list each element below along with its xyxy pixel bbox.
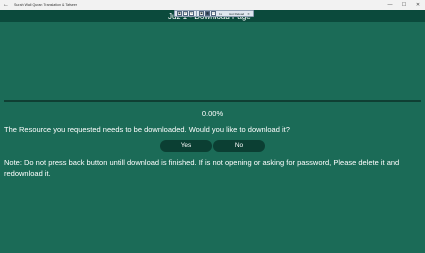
minimize-icon[interactable]: —	[383, 0, 397, 10]
layout-icon[interactable]: ▣	[199, 11, 204, 16]
no-button[interactable]: No	[213, 140, 265, 152]
window-controls: — ☐ ✕	[383, 0, 425, 10]
frame-icon[interactable]: □	[211, 11, 216, 16]
download-note: Note: Do not press back button untill do…	[4, 158, 400, 178]
select-element-icon[interactable]: ▣	[177, 11, 182, 16]
toolbar-divider	[196, 11, 197, 16]
download-percent: 0.00%	[201, 109, 224, 118]
toolbar-close-icon[interactable]: ✕	[247, 12, 250, 16]
window-title: Surah Wali Quran Translation & Tafseer	[14, 3, 78, 7]
redo-icon[interactable]: ↻	[189, 11, 194, 16]
download-progress-bar	[4, 100, 421, 102]
hot-reload-label[interactable]: Hot Reload	[229, 12, 244, 16]
undo-icon[interactable]: ↺	[183, 11, 188, 16]
maximize-icon[interactable]: ☐	[397, 0, 411, 10]
close-icon[interactable]: ✕	[411, 0, 425, 10]
display-icon[interactable]: ■	[205, 11, 210, 16]
debug-toolbar: ▣ ↺ ↻ ▣ ■ □ 1x Hot Reload ✕	[174, 10, 254, 17]
zoom-level[interactable]: 1x	[219, 12, 222, 16]
window-title-bar: ← Surah Wali Quran Translation & Tafseer…	[0, 0, 425, 10]
download-question: The Resource you requested needs to be d…	[4, 125, 290, 134]
back-arrow-icon[interactable]: ←	[0, 0, 12, 10]
yes-button[interactable]: Yes	[160, 140, 212, 152]
